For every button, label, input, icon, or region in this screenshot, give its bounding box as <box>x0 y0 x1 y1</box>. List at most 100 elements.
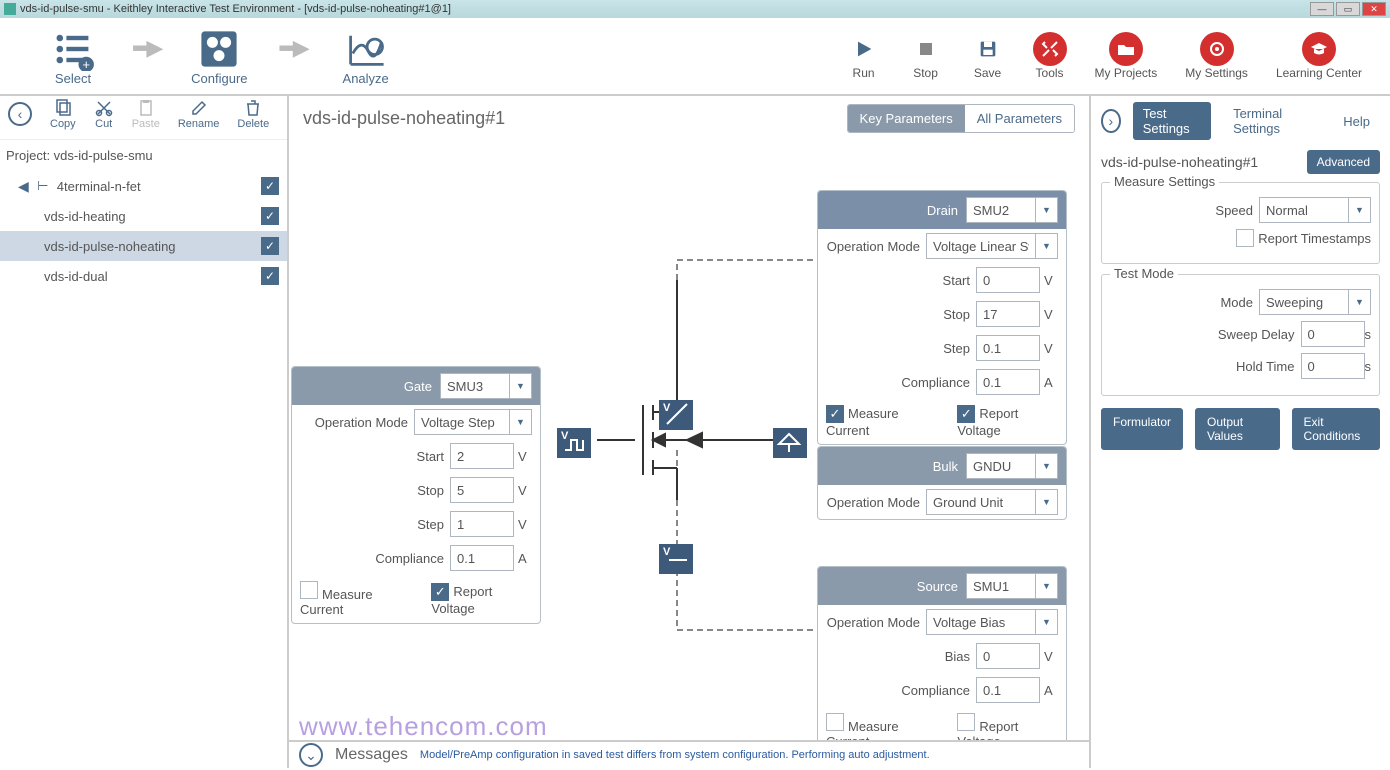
messages-toggle[interactable]: ⌄ <box>299 743 323 767</box>
copy-icon <box>53 98 73 118</box>
paste-button[interactable]: Paste <box>132 98 160 130</box>
right-panel: › Test Settings Terminal Settings Help v… <box>1089 96 1390 768</box>
chevron-down-icon[interactable]: ▼ <box>1349 289 1371 315</box>
collapse-icon[interactable]: ◀ <box>18 178 29 195</box>
source-report-voltage[interactable] <box>957 713 975 731</box>
bulk-panel: Bulk ▼ Operation Mode▼ <box>817 446 1067 520</box>
drain-measure-current[interactable]: ✓ <box>826 405 844 423</box>
chevron-down-icon[interactable]: ▼ <box>510 373 532 399</box>
chevron-down-icon[interactable]: ▼ <box>1036 453 1058 479</box>
right-forward-button[interactable]: › <box>1101 109 1121 133</box>
tree-item-dual[interactable]: vds-id-dual ✓ <box>0 261 287 291</box>
drain-report-voltage[interactable]: ✓ <box>957 405 975 423</box>
tree-checkbox[interactable]: ✓ <box>261 237 279 255</box>
bulk-header: Bulk ▼ <box>818 447 1066 485</box>
chevron-down-icon[interactable]: ▼ <box>510 409 532 435</box>
source-bias[interactable] <box>976 643 1040 669</box>
gate-smu-select[interactable] <box>440 373 510 399</box>
step-analyze[interactable]: Analyze <box>321 27 411 86</box>
bulk-opmode[interactable] <box>926 489 1036 515</box>
tools-button[interactable]: Tools <box>1033 32 1067 80</box>
output-values-button[interactable]: Output Values <box>1195 408 1280 450</box>
source-smu-select[interactable] <box>966 573 1036 599</box>
bulk-smu-select[interactable] <box>966 453 1036 479</box>
messages-label: Messages <box>335 746 408 764</box>
drain-start[interactable] <box>976 267 1040 293</box>
gate-step[interactable] <box>450 511 514 537</box>
configure-icon <box>197 27 241 71</box>
step-select[interactable]: + Select <box>28 27 118 86</box>
source-measure-current[interactable] <box>826 713 844 731</box>
minimize-button[interactable]: — <box>1310 2 1334 16</box>
bulk-node-icon <box>773 428 807 458</box>
back-button[interactable]: ‹ <box>8 102 32 126</box>
graduation-icon <box>1309 39 1329 59</box>
parameter-tabs: Key Parameters All Parameters <box>847 104 1075 133</box>
chevron-down-icon[interactable]: ▼ <box>1036 573 1058 599</box>
gate-measure-current[interactable] <box>300 581 318 599</box>
tree-checkbox[interactable]: ✓ <box>261 207 279 225</box>
step-configure[interactable]: Configure <box>174 27 264 86</box>
drain-node-icon: V <box>659 400 693 430</box>
close-button[interactable]: ✕ <box>1362 2 1386 16</box>
speed-select[interactable] <box>1259 197 1349 223</box>
device-icon: ⊢ <box>35 178 51 194</box>
delete-button[interactable]: Delete <box>237 98 269 130</box>
title-bar: vds-id-pulse-smu - Keithley Interactive … <box>0 0 1390 18</box>
chevron-down-icon[interactable]: ▼ <box>1036 197 1058 223</box>
drain-stop[interactable] <box>976 301 1040 327</box>
my-settings-button[interactable]: My Settings <box>1185 32 1248 80</box>
drain-smu-select[interactable] <box>966 197 1036 223</box>
source-opmode[interactable] <box>926 609 1036 635</box>
tree-checkbox[interactable]: ✓ <box>261 177 279 195</box>
drain-opmode[interactable] <box>926 233 1036 259</box>
copy-button[interactable]: Copy <box>50 98 76 130</box>
gate-start[interactable] <box>450 443 514 469</box>
tree-root[interactable]: ◀ ⊢ 4terminal-n-fet ✓ <box>0 171 287 201</box>
tree-item-pulse-noheating[interactable]: vds-id-pulse-noheating ✓ <box>0 231 287 261</box>
tab-help[interactable]: Help <box>1333 110 1380 133</box>
chevron-down-icon[interactable]: ▼ <box>1036 489 1058 515</box>
exit-conditions-button[interactable]: Exit Conditions <box>1292 408 1380 450</box>
hold-time[interactable] <box>1301 353 1365 379</box>
tree-item-heating[interactable]: vds-id-heating ✓ <box>0 201 287 231</box>
chevron-down-icon[interactable]: ▼ <box>1349 197 1371 223</box>
drain-header: Drain ▼ <box>818 191 1066 229</box>
rename-button[interactable]: Rename <box>178 98 220 130</box>
drain-step[interactable] <box>976 335 1040 361</box>
source-compliance[interactable] <box>976 677 1040 703</box>
source-panel: Source ▼ Operation Mode▼ BiasV Complianc… <box>817 566 1067 756</box>
stop-button[interactable]: Stop <box>909 32 943 80</box>
gate-opmode[interactable] <box>414 409 510 435</box>
delete-icon <box>243 98 263 118</box>
tab-all-parameters[interactable]: All Parameters <box>965 105 1074 132</box>
cut-button[interactable]: Cut <box>94 98 114 130</box>
maximize-button[interactable]: ▭ <box>1336 2 1360 16</box>
gate-compliance[interactable] <box>450 545 514 571</box>
report-timestamps-checkbox[interactable] <box>1236 229 1254 247</box>
save-button[interactable]: Save <box>971 32 1005 80</box>
advanced-button[interactable]: Advanced <box>1307 150 1380 174</box>
tab-key-parameters[interactable]: Key Parameters <box>848 105 965 132</box>
chevron-down-icon[interactable]: ▼ <box>1036 609 1058 635</box>
gate-node-icon: V <box>557 428 591 458</box>
device-diagram: V V V Drain ▼ Operation Mode▼ StartV Sto… <box>289 140 1089 768</box>
tree-checkbox[interactable]: ✓ <box>261 267 279 285</box>
run-button[interactable]: Run <box>847 32 881 80</box>
mode-select[interactable] <box>1259 289 1349 315</box>
save-icon <box>978 39 998 59</box>
learning-center-button[interactable]: Learning Center <box>1276 32 1362 80</box>
sweep-delay[interactable] <box>1301 321 1365 347</box>
folder-icon <box>1116 39 1136 59</box>
center-panel: vds-id-pulse-noheating#1 Key Parameters … <box>289 96 1089 768</box>
my-projects-button[interactable]: My Projects <box>1095 32 1158 80</box>
gate-report-voltage[interactable]: ✓ <box>431 583 449 601</box>
source-node-icon: V <box>659 544 693 574</box>
main-area: ‹ Copy Cut Paste Rename Delete Project: … <box>0 96 1390 768</box>
tab-terminal-settings[interactable]: Terminal Settings <box>1223 102 1321 140</box>
drain-compliance[interactable] <box>976 369 1040 395</box>
formulator-button[interactable]: Formulator <box>1101 408 1183 450</box>
gate-stop[interactable] <box>450 477 514 503</box>
chevron-down-icon[interactable]: ▼ <box>1036 233 1058 259</box>
tab-test-settings[interactable]: Test Settings <box>1133 102 1211 140</box>
